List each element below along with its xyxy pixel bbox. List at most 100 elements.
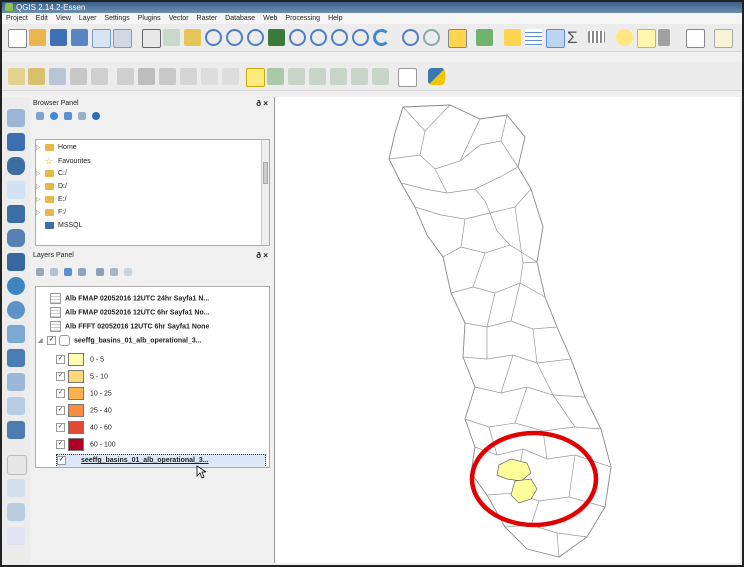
pan-map-icon[interactable] [142,29,161,48]
current-edits-icon[interactable] [8,68,25,85]
menu-edit[interactable]: Edit [36,15,48,22]
copy-features-icon[interactable] [180,68,197,85]
layer-labeling-icon[interactable] [267,68,284,85]
add-wms-layer-icon[interactable] [7,277,25,295]
new-spatialite-layer-icon[interactable] [7,421,25,439]
class-checkbox[interactable]: ✓ [56,372,65,381]
move-label-icon[interactable] [330,68,347,85]
remove-layer-icon[interactable] [124,268,132,276]
save-project-icon[interactable] [50,29,67,46]
refresh-browser-icon[interactable] [50,112,58,120]
add-raster-layer-icon[interactable] [7,133,25,151]
expand-arrow-icon[interactable]: ▷ [36,181,45,193]
reshape-features-icon[interactable] [7,527,25,545]
zoom-full-icon[interactable] [268,29,285,46]
deselect-all-icon[interactable] [504,29,521,46]
filter-browser-icon[interactable] [64,112,72,120]
form-annotation-icon[interactable] [714,29,733,48]
menu-view[interactable]: View [56,15,71,22]
menu-layer[interactable]: Layer [79,15,97,22]
class-checkbox[interactable]: ✓ [56,355,65,364]
zoom-last-icon[interactable] [331,29,348,46]
delete-selected-icon[interactable] [138,68,155,85]
add-virtual-layer-icon[interactable] [7,373,25,391]
add-wfs-layer-icon[interactable] [7,325,25,343]
digitize-point-icon[interactable] [7,455,27,475]
expand-all-icon[interactable] [96,268,104,276]
menu-database[interactable]: Database [225,15,255,22]
identify-dropdown-icon[interactable] [423,29,440,46]
expand-arrow-icon[interactable]: ▷ [36,142,45,154]
change-label-icon[interactable] [372,68,389,85]
menu-web[interactable]: Web [263,15,277,22]
add-mssql-layer-icon[interactable] [7,205,25,223]
filter-legend-icon[interactable] [64,268,72,276]
filter-expression-icon[interactable] [78,268,86,276]
class-checkbox[interactable]: ✓ [56,440,65,449]
zoom-to-layer-icon[interactable] [310,29,327,46]
layer-item[interactable]: Alb FFFT 02052016 12UTC 6hr Sayfa1 None [50,321,209,333]
label-tool-icon[interactable] [246,68,265,87]
rotate-label-icon[interactable] [351,68,368,85]
menu-raster[interactable]: Raster [197,15,218,22]
add-group-icon[interactable] [50,268,58,276]
browser-item-favourites[interactable]: ☆ Favourites [36,155,91,167]
browser-item-f[interactable]: ▷ F:/ [36,207,66,219]
zoom-out-icon[interactable] [226,29,243,46]
browser-scrollbar[interactable] [261,140,269,245]
split-features-icon[interactable] [7,503,25,521]
browser-item-c[interactable]: ▷ C:/ [36,168,67,180]
save-edits-icon[interactable] [49,68,66,85]
browser-item-d[interactable]: ▷ D:/ [36,181,67,193]
touch-zoom-icon[interactable] [184,29,201,46]
identify-features-icon[interactable] [402,29,419,46]
class-checkbox[interactable]: ✓ [56,423,65,432]
statistical-summary-icon[interactable]: Σ [567,29,584,46]
zoom-next-icon[interactable] [352,29,369,46]
scrollbar-thumb[interactable] [263,162,268,184]
expand-arrow-icon[interactable]: ▷ [36,168,45,180]
new-shapefile-layer-icon[interactable] [7,397,25,415]
select-features-icon[interactable] [448,29,467,48]
map-canvas[interactable] [274,97,740,563]
class-checkbox[interactable]: ✓ [56,389,65,398]
legend-class[interactable]: ✓ 25 - 40 [56,404,112,417]
collapse-all-layers-icon[interactable] [110,268,118,276]
menu-help[interactable]: Help [328,15,342,22]
add-selected-icon[interactable] [36,112,44,120]
add-delimited-text-icon[interactable] [398,68,417,87]
legend-class[interactable]: ✓ 10 - 25 [56,387,112,400]
legend-class[interactable]: ✓ 40 - 60 [56,421,112,434]
select-by-value-icon[interactable] [476,29,493,46]
composer-manager-icon[interactable] [113,29,132,48]
zoom-in-icon[interactable] [205,29,222,46]
add-oracle-layer-icon[interactable] [7,253,25,271]
menu-settings[interactable]: Settings [104,15,129,22]
layer-item-basins[interactable]: ◢ ✓ seeffg_basins_01_alb_operational_3... [38,335,202,347]
panel-float-close-icon[interactable]: ð × [256,249,268,262]
add-wcs-layer-icon[interactable] [7,301,25,319]
layer-visibility-checkbox[interactable]: ✓ [47,336,56,345]
browser-item-home[interactable]: ▷ Home [36,142,77,154]
legend-class[interactable]: ✓ 60 - 100 [56,438,116,451]
collapse-all-icon[interactable] [78,112,86,120]
new-bookmark-icon[interactable] [637,29,656,48]
properties-icon[interactable] [92,112,100,120]
toggle-editing-icon[interactable] [28,68,45,85]
map-tips-icon[interactable] [616,29,633,46]
new-project-icon[interactable] [8,29,27,48]
measure-line-icon[interactable] [588,31,605,43]
add-part-icon[interactable] [7,479,25,497]
menu-plugins[interactable]: Plugins [138,15,161,22]
add-db2-layer-icon[interactable] [7,229,25,247]
browser-item-e[interactable]: ▷ E:/ [36,194,67,206]
legend-class[interactable]: ✓ 0 - 5 [56,353,104,366]
node-tool-icon[interactable] [117,68,134,85]
new-print-composer-icon[interactable] [92,29,111,48]
zoom-native-icon[interactable] [247,29,264,46]
open-project-icon[interactable] [29,29,46,46]
expand-arrow-icon[interactable]: ▷ [36,194,45,206]
python-console-icon[interactable] [428,68,445,85]
expand-arrow-icon[interactable]: ▷ [36,207,45,219]
add-delimited-text-layer-icon[interactable] [7,349,25,367]
